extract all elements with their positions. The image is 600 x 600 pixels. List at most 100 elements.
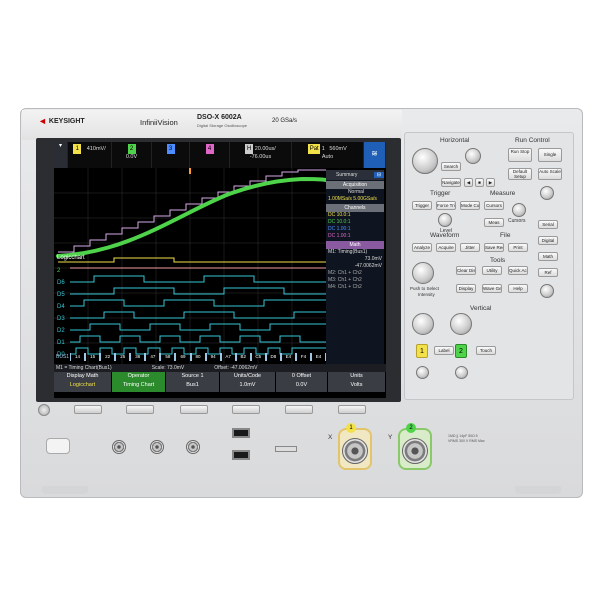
cursors-knob[interactable] bbox=[512, 203, 526, 217]
clear-display-button[interactable]: Clear Display bbox=[456, 266, 476, 275]
ch2-scale-knob[interactable] bbox=[450, 313, 472, 335]
timebase-box[interactable]: H 20.00us/ -76.00us bbox=[230, 142, 292, 168]
channel-4-box[interactable]: 4 bbox=[190, 142, 230, 168]
utility-button[interactable]: Utility bbox=[482, 266, 502, 275]
cursors-knob-label: Cursors bbox=[508, 218, 526, 224]
softkey-units[interactable]: Units Volts bbox=[328, 372, 386, 392]
softkey-button-3[interactable] bbox=[180, 405, 208, 414]
softkey-units-code[interactable]: Units/Code 1.0mV bbox=[220, 372, 276, 392]
trigger-level-knob[interactable] bbox=[438, 213, 452, 227]
navigate-controls: ◀ ■ ▶ bbox=[464, 178, 495, 187]
usb-port-1[interactable] bbox=[232, 428, 250, 438]
softkey-source-1[interactable]: Source 1 Bus1 bbox=[166, 372, 220, 392]
ch1-scale-knob[interactable] bbox=[412, 313, 434, 335]
math-line-2: 73.0mV bbox=[364, 256, 382, 262]
channel-1-box[interactable]: 1 410mV/ bbox=[68, 142, 112, 168]
math-line-1: M1: Timing(Bus1) bbox=[328, 249, 368, 255]
back-button[interactable] bbox=[38, 404, 50, 416]
side-knob-bottom[interactable] bbox=[540, 284, 554, 298]
trigger-button[interactable]: Trigger bbox=[412, 201, 432, 210]
model-name: DSO-X 6002A bbox=[197, 114, 242, 121]
math-header: Math bbox=[326, 241, 384, 249]
close-summary-icon[interactable]: ⊟ bbox=[374, 172, 384, 178]
quick-action-button[interactable]: Quick Action bbox=[508, 266, 528, 275]
single-button[interactable]: Single bbox=[538, 148, 562, 162]
softkey-button-1[interactable] bbox=[74, 405, 102, 414]
default-setup-button[interactable]: Default Setup bbox=[508, 168, 532, 180]
force-trigger-button[interactable]: Force Trigger bbox=[436, 201, 456, 210]
nav-prev-icon[interactable]: ◀ bbox=[464, 178, 473, 187]
channel-1-button[interactable]: 1 bbox=[416, 344, 428, 358]
trace-label-d4: D4 bbox=[57, 304, 65, 310]
navigate-button[interactable]: Navigate bbox=[441, 178, 461, 187]
menu-toggle[interactable]: ▾ bbox=[54, 142, 68, 168]
channel-2-box[interactable]: 2 0.0V bbox=[112, 142, 152, 168]
bus-value: 14 bbox=[70, 353, 86, 361]
keysight-logo: ◄ KEYSIGHT bbox=[38, 116, 85, 126]
bus-value: 69 bbox=[175, 353, 191, 361]
math-button[interactable]: Math bbox=[538, 252, 558, 261]
trace-label-d1: D1 bbox=[57, 340, 65, 346]
math-line-3: -47.0062mV bbox=[354, 263, 382, 269]
entry-knob[interactable] bbox=[412, 262, 434, 284]
summary-panel[interactable]: Summary ⊟ Acquisition Normal 1.00MSa/s 5… bbox=[326, 170, 384, 366]
wave-gen-button[interactable]: Wave Gen bbox=[482, 284, 502, 293]
jitter-button[interactable]: Jitter bbox=[460, 243, 480, 252]
wifi-status[interactable]: ≋ bbox=[364, 142, 386, 168]
softkey-display-math[interactable]: Display Math Logicchart bbox=[54, 372, 112, 392]
channel-2-input-bnc[interactable] bbox=[402, 438, 428, 464]
run-stop-button[interactable]: Run Stop bbox=[508, 148, 532, 162]
channel-line-2: DC 10.0:1 bbox=[328, 219, 351, 225]
bus-value: 58 bbox=[160, 353, 176, 361]
softkey-button-6[interactable] bbox=[338, 405, 366, 414]
measure-section-label: Measure bbox=[490, 190, 516, 197]
aux-bnc-2 bbox=[150, 440, 164, 454]
meas-button[interactable]: Meas bbox=[484, 218, 504, 227]
bus-value: 36 bbox=[130, 353, 146, 361]
channel-1-input-bnc[interactable] bbox=[342, 438, 368, 464]
horizontal-position-knob[interactable] bbox=[465, 148, 481, 164]
softkey-operator[interactable]: Operator Timing Chart bbox=[112, 372, 166, 392]
bus-value: C5 bbox=[250, 353, 266, 361]
auto-scale-button[interactable]: Auto Scale bbox=[538, 168, 562, 180]
display-button[interactable]: Display bbox=[456, 284, 476, 293]
ch2-position-knob[interactable] bbox=[455, 366, 468, 379]
tools-section-label: Tools bbox=[490, 257, 506, 264]
softkey-offset[interactable]: 0 Offset 0.0V bbox=[276, 372, 328, 392]
channel-2-button[interactable]: 2 bbox=[455, 344, 467, 358]
math-line-5: M3: Ch1 + Ch2 bbox=[328, 277, 362, 283]
softkey-button-5[interactable] bbox=[285, 405, 313, 414]
nav-stop-icon[interactable]: ■ bbox=[475, 178, 484, 187]
nav-next-icon[interactable]: ▶ bbox=[486, 178, 495, 187]
softkey-button-4[interactable] bbox=[232, 405, 260, 414]
aux-bnc-1 bbox=[112, 440, 126, 454]
bus-value: E4 bbox=[280, 353, 296, 361]
channel-3-box[interactable]: 3 bbox=[152, 142, 190, 168]
power-button[interactable] bbox=[46, 438, 70, 454]
usb-port-2[interactable] bbox=[232, 450, 250, 460]
digital-button[interactable]: Digital bbox=[538, 236, 558, 245]
print-button[interactable]: Print bbox=[508, 243, 528, 252]
ch1-position-knob[interactable] bbox=[416, 366, 429, 379]
trace-label-d5: D5 bbox=[57, 292, 65, 298]
acquire-button[interactable]: Acquire bbox=[436, 243, 456, 252]
touch-button[interactable]: Touch bbox=[476, 346, 496, 355]
trigger-box[interactable]: Pat 1 560mV Auto bbox=[292, 142, 364, 168]
mode-coupling-button[interactable]: Mode Coupling bbox=[460, 201, 480, 210]
cursors-button[interactable]: Cursors bbox=[484, 201, 504, 210]
softkey-button-2[interactable] bbox=[126, 405, 154, 414]
horizontal-scale-knob[interactable] bbox=[412, 148, 438, 174]
channel-line-4: DC 1.00:1 bbox=[328, 233, 351, 239]
help-button[interactable]: Help bbox=[508, 284, 528, 293]
waveform-display[interactable]: Logicchart 2 D6 D5 D4 D3 D2 D1 D0 bbox=[54, 168, 326, 366]
save-recall-button[interactable]: Save Recall bbox=[484, 243, 504, 252]
analyze-button[interactable]: Analyze bbox=[412, 243, 432, 252]
label-button[interactable]: Label bbox=[434, 346, 454, 355]
serial-button[interactable]: Serial bbox=[538, 220, 558, 229]
side-knob-top[interactable] bbox=[540, 186, 554, 200]
display-screen[interactable]: ▾ 1 410mV/ 2 0.0V 3 4 H 20.00us/ -76.00u… bbox=[54, 142, 386, 398]
ref-button[interactable]: Ref bbox=[538, 268, 558, 277]
file-section-label: File bbox=[500, 232, 511, 239]
bus-value: D8 bbox=[265, 353, 281, 361]
search-button[interactable]: Search bbox=[441, 162, 461, 171]
